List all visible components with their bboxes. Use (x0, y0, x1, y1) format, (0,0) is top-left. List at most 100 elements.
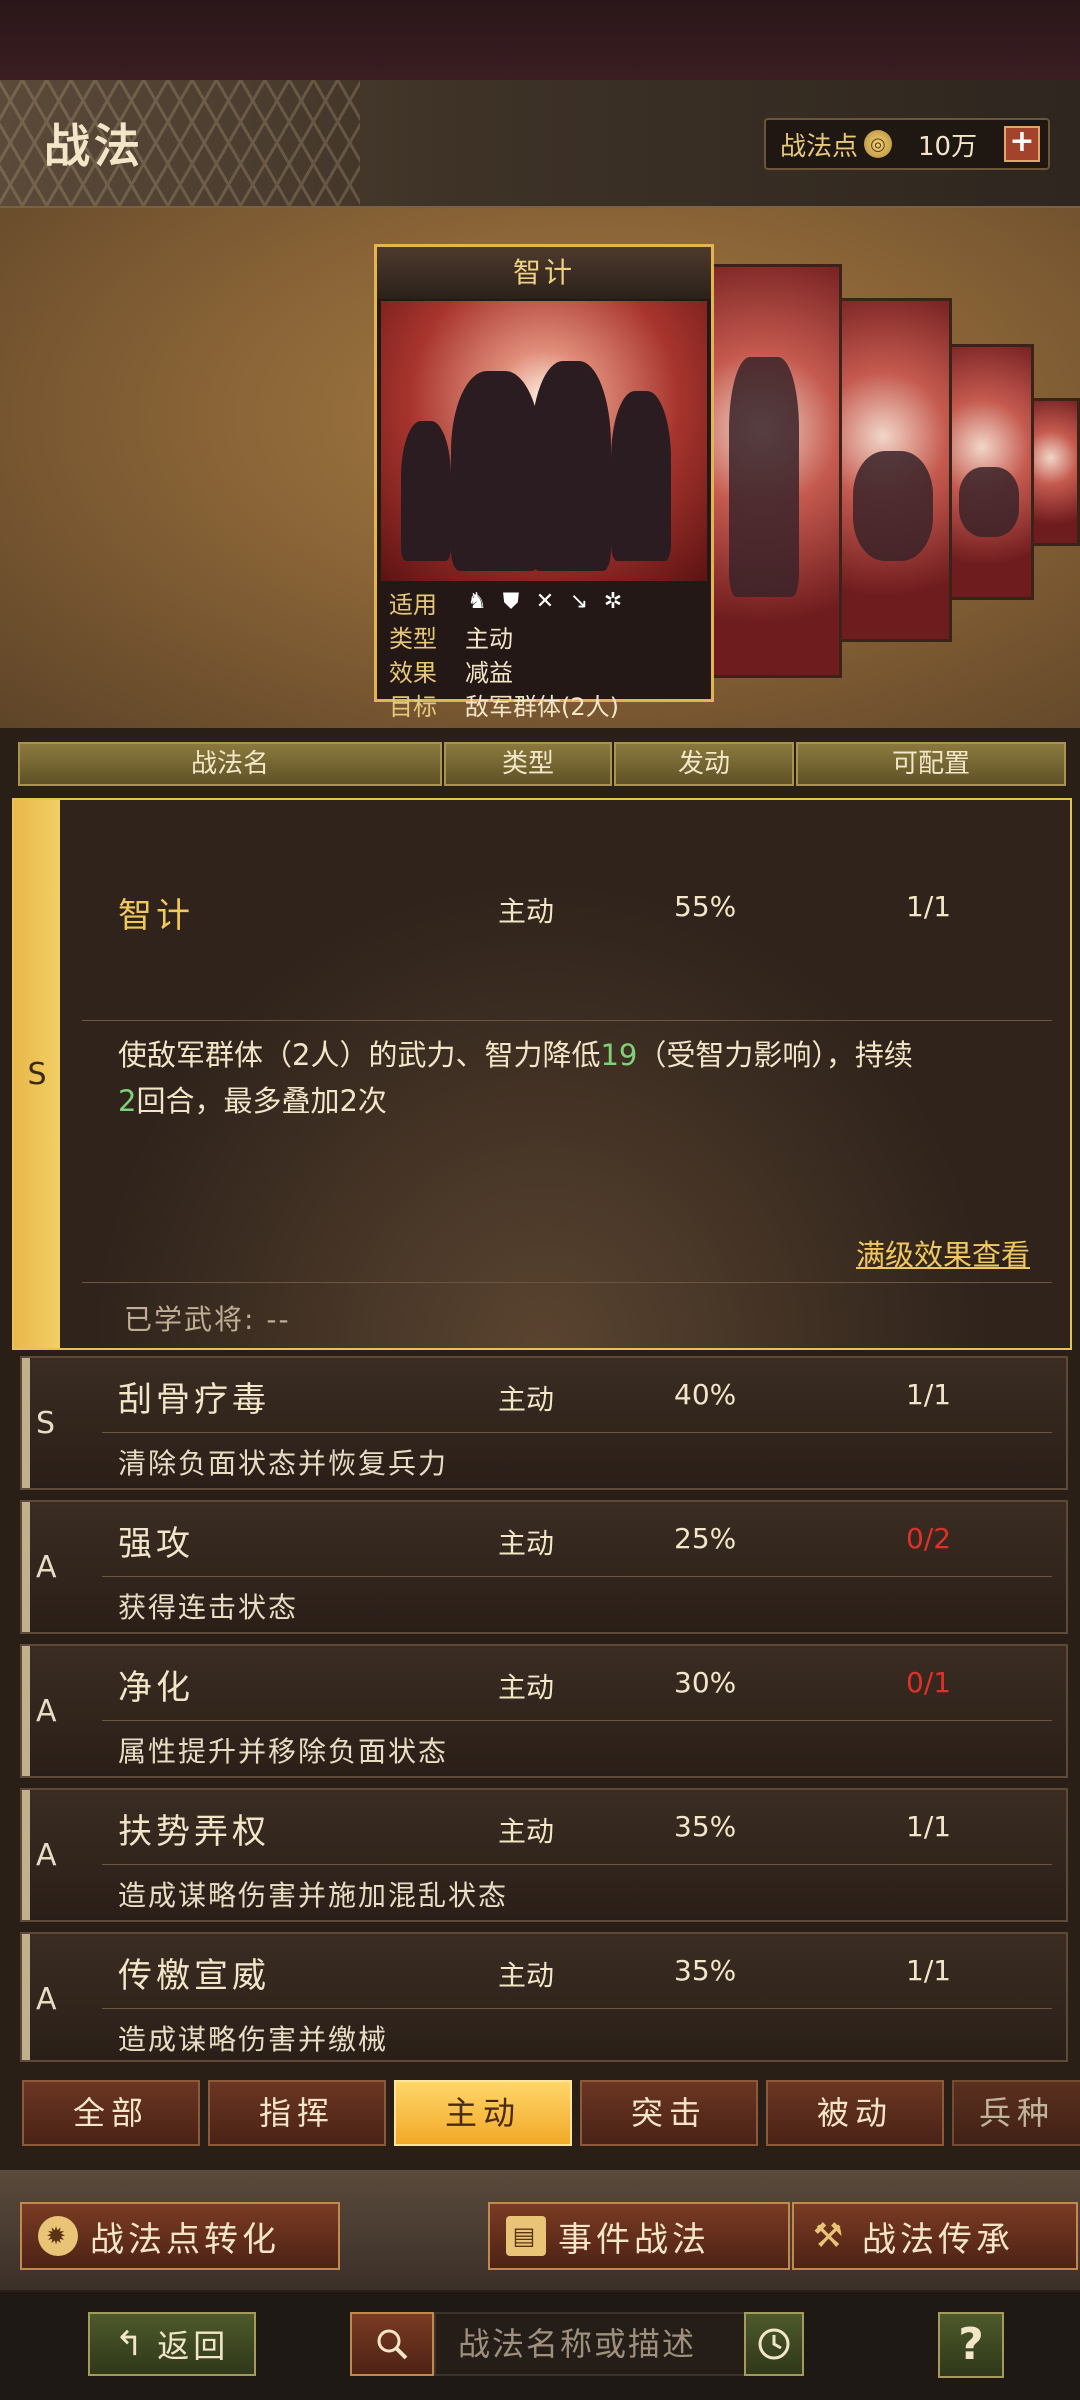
column-header-rate[interactable]: 发动 (614, 742, 794, 786)
skill-row[interactable]: S 刮骨疗毒 主动 40% 1/1 清除负面状态并恢复兵力 (20, 1356, 1068, 1490)
featured-skill-info: 适用 ♞ ⛊ ✕ ↘ ✲ 类型 主动 效果 减益 目标 敌军群体(2人) (389, 585, 699, 721)
skill-type: 主动 (498, 1671, 555, 1704)
clock-icon (758, 2328, 790, 2360)
skill-rank: S (36, 1406, 56, 1441)
skill-type: 主动 (498, 1383, 555, 1416)
skill-name: 净化 (118, 1668, 194, 1708)
hammer-icon: ⚒ (812, 2216, 848, 2256)
search-icon (377, 2329, 408, 2360)
skill-points-panel: 战法点 ◎ 10万 + (764, 118, 1050, 170)
fire-coin-icon: ✹ (38, 2216, 78, 2256)
skill-description: 使敌军群体（2人）的武力、智力降低19（受智力影响），持续 2回合，最多叠加2次 (118, 1038, 913, 1118)
skill-desc: 获得连击状态 (118, 1591, 299, 1624)
skill-rank: A (36, 1838, 57, 1873)
column-header-name[interactable]: 战法名 (18, 742, 442, 786)
info-row-target: 目标 敌军群体(2人) (389, 687, 699, 721)
skill-config: 0/1 (906, 1666, 952, 1699)
info-value: 减益 (465, 658, 513, 687)
skill-points-value: 10万 (918, 131, 978, 162)
skill-name: 传檄宣威 (118, 1956, 270, 1996)
skill-name: 强攻 (118, 1524, 194, 1564)
info-key: 类型 (389, 624, 437, 653)
skill-type: 主动 (498, 1815, 555, 1848)
info-key: 效果 (389, 658, 437, 687)
info-key: 目标 (389, 692, 437, 721)
skill-rank: S (14, 800, 60, 1348)
inherit-skill-button[interactable]: ⚒ 战法传承 (792, 2202, 1078, 2270)
shield-icon: ⛊ (502, 589, 520, 614)
carousel-card-5[interactable] (1030, 398, 1080, 546)
convert-points-button[interactable]: ✹ 战法点转化 (20, 2202, 340, 2270)
column-header-type[interactable]: 类型 (444, 742, 612, 786)
tab-troop[interactable]: 兵种 (952, 2080, 1080, 2146)
search-input[interactable]: 战法名称或描述 (434, 2312, 766, 2376)
skill-config: 0/2 (906, 1522, 952, 1555)
skill-rate: 35% (674, 1954, 737, 1987)
button-label: 战法传承 (862, 2219, 1014, 2260)
selected-skill-detail[interactable]: S 智计 主动 55% 1/1 使敌军群体（2人）的武力、智力降低19（受智力影… (12, 798, 1072, 1350)
skill-desc: 属性提升并移除负面状态 (118, 1735, 449, 1768)
skill-desc: 清除负面状态并恢复兵力 (118, 1447, 449, 1480)
carousel-card-3[interactable] (836, 298, 952, 642)
carousel-card-2[interactable] (706, 264, 842, 678)
back-button[interactable]: ↰ 返回 (88, 2312, 256, 2376)
carousel-card-4[interactable] (946, 344, 1034, 600)
skill-rank: A (36, 1694, 57, 1729)
skill-row[interactable]: A 强攻 主动 25% 0/2 获得连击状态 (20, 1500, 1068, 1634)
skill-name: 智计 (118, 896, 194, 936)
info-value: 主动 (465, 624, 513, 653)
skill-name: 刮骨疗毒 (118, 1380, 270, 1420)
tab-assault[interactable]: 突击 (580, 2080, 758, 2146)
skill-desc: 造成谋略伤害并施加混乱状态 (118, 1879, 509, 1912)
skill-points-label: 战法点 (780, 131, 859, 162)
skill-rate: 35% (674, 1810, 737, 1843)
button-label: 战法点转化 (90, 2219, 280, 2260)
skill-type: 主动 (498, 1959, 555, 1992)
wheel-icon: ✲ (603, 589, 623, 614)
skill-type: 主动 (498, 895, 555, 928)
learned-generals: 已学武将: -- (124, 1303, 291, 1336)
tab-command[interactable]: 指挥 (208, 2080, 386, 2146)
max-level-effect-link[interactable]: 满级效果查看 (856, 1232, 1030, 1274)
info-value: 敌军群体(2人) (465, 692, 619, 721)
skill-row[interactable]: A 扶势弄权 主动 35% 1/1 造成谋略伤害并施加混乱状态 (20, 1788, 1068, 1922)
info-row-effect: 效果 减益 (389, 653, 699, 687)
search-button[interactable] (350, 2312, 434, 2376)
featured-skill-title: 智计 (377, 247, 711, 299)
skill-row[interactable]: A 净化 主动 30% 0/1 属性提升并移除负面状态 (20, 1644, 1068, 1778)
skill-rate: 25% (674, 1522, 737, 1555)
skill-rank: A (36, 1550, 57, 1585)
info-row-applicable: 适用 ♞ ⛊ ✕ ↘ ✲ (389, 585, 699, 619)
column-header-config[interactable]: 可配置 (796, 742, 1066, 786)
featured-skill-art (381, 301, 707, 581)
featured-skill-card[interactable]: 智计 适用 ♞ ⛊ ✕ ↘ ✲ 类型 主动 效果 减益 目标 敌军群体(2人) (374, 244, 714, 721)
status-strip (0, 0, 1080, 80)
skill-rate: 30% (674, 1666, 737, 1699)
skill-config: 1/1 (906, 1810, 952, 1843)
skill-point-coin-icon: ◎ (864, 130, 893, 158)
info-key: 适用 (389, 590, 437, 619)
skill-config: 1/1 (906, 890, 952, 923)
cavalry-icon: ♞ (467, 589, 487, 614)
tab-active[interactable]: 主动 (394, 2080, 572, 2146)
event-skills-button[interactable]: ▤ 事件战法 (488, 2202, 790, 2270)
tab-all[interactable]: 全部 (22, 2080, 200, 2146)
back-arrow-icon: ↰ (114, 2324, 148, 2364)
skill-name: 扶势弄权 (118, 1812, 270, 1852)
scroll-icon: ▤ (506, 2216, 546, 2256)
history-button[interactable] (744, 2312, 804, 2376)
tab-passive[interactable]: 被动 (766, 2080, 944, 2146)
spear-icon: ↘ (569, 589, 589, 614)
bow-icon: ✕ (535, 589, 555, 614)
skill-rank: A (36, 1982, 57, 2017)
skill-config: 1/1 (906, 1954, 952, 1987)
help-button[interactable]: ? (938, 2312, 1004, 2378)
skill-desc: 造成谋略伤害并缴械 (118, 2023, 389, 2056)
skill-rate: 40% (674, 1378, 737, 1411)
button-label: 事件战法 (558, 2219, 710, 2260)
skill-row[interactable]: A 传檄宣威 主动 35% 1/1 造成谋略伤害并缴械 (20, 1932, 1068, 2062)
add-skill-points-button[interactable]: + (1004, 126, 1040, 162)
skill-type: 主动 (498, 1527, 555, 1560)
info-row-type: 类型 主动 (389, 619, 699, 653)
skill-config: 1/1 (906, 1378, 952, 1411)
